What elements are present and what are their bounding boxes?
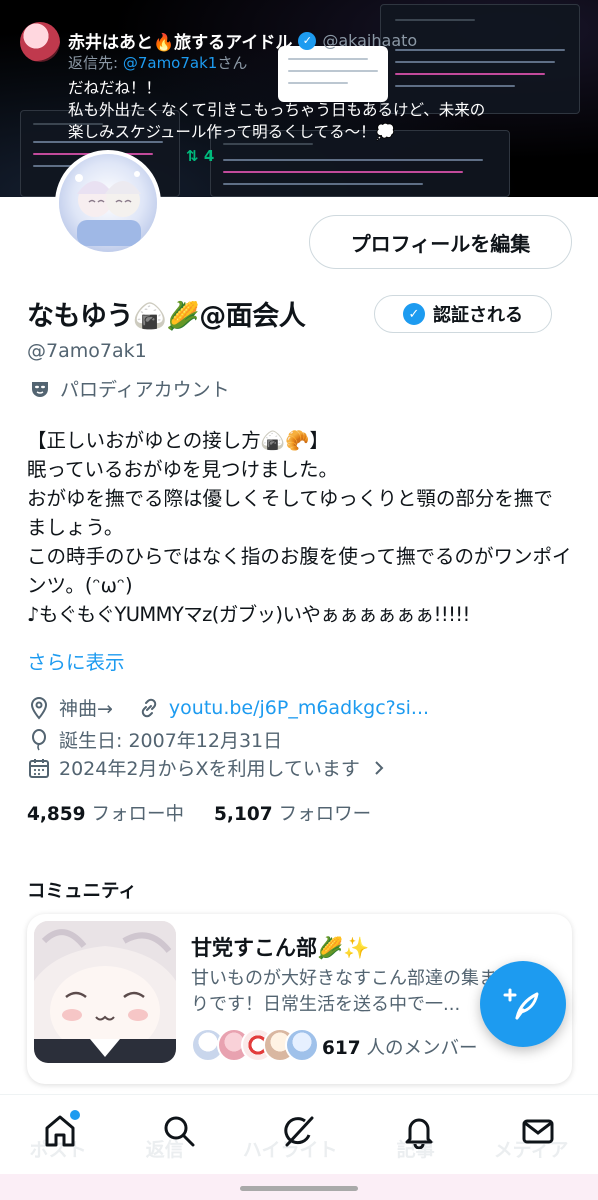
member-count: 617 人のメンバー (322, 1034, 478, 1060)
display-name: なもゆう🍙🌽@面会人 (27, 301, 306, 332)
edit-profile-button[interactable]: プロフィールを編集 (309, 215, 572, 269)
profile-bio: 【正しいおがゆとの接し方🍙🥐】 眠っているおがゆを見つけました。 おがゆを撫でる… (27, 426, 572, 629)
reply-prefix: 返信先: (68, 54, 123, 72)
profile-meta-location-row: 神曲→ youtu.be/j6P_m6adkgc?si... (27, 694, 429, 721)
search-icon (164, 1116, 195, 1146)
following-label: フォロー中 (91, 804, 185, 825)
grok-icon (284, 1116, 314, 1146)
community-heading: コミュニティ (27, 881, 137, 902)
followers-label: フォロワー (278, 804, 372, 825)
member-avatars (191, 1028, 319, 1062)
member-count-value: 617 (322, 1038, 361, 1059)
community-thumbnail (34, 921, 176, 1063)
banner-tweet-text: だねだね！！ 私も外出たくなくて引きこもっちゃう日もあるけど、未来の楽しみスケジ… (68, 77, 488, 143)
display-name-row: なもゆう🍙🌽@面会人 (27, 294, 306, 333)
nav-notifications[interactable] (389, 1101, 449, 1161)
community-name: 甘党すこん部🌽✨ (191, 936, 370, 960)
profile-location: 神曲→ (59, 698, 113, 720)
banner-tweet-header: 赤井はあと🔥旅するアイドル ✓ @akaihaato (68, 28, 417, 53)
notifications-icon (405, 1118, 433, 1149)
follow-stats: 4,859 フォロー中 5,107 フォロワー (27, 800, 371, 826)
get-verified-button[interactable]: ✓ 認証される (374, 295, 552, 333)
compose-post-button[interactable] (480, 961, 566, 1047)
show-more-link[interactable]: さらに表示 (27, 646, 125, 675)
nav-home[interactable] (30, 1101, 90, 1161)
bio-line: この時手のひらではなく指のお腹を使って撫でるのがワンポインツ。(ᵔωᵔ) (27, 545, 572, 597)
community-description: 甘いものが大好きなすこん部達の集まりです！日常生活を送る中で一... (191, 968, 497, 1015)
banner-tweet-avatar (20, 22, 60, 62)
followers-count: 5,107 (214, 804, 273, 825)
chevron-right-icon (375, 760, 384, 775)
parody-text: パロディアカウント (60, 379, 230, 401)
profile-website-link[interactable]: youtu.be/j6P_m6adkgc?si... (169, 697, 429, 719)
nav-search[interactable] (149, 1101, 209, 1161)
profile-birthday: 誕生日: 2007年12月31日 (59, 730, 283, 752)
nav-messages[interactable] (508, 1101, 568, 1161)
notification-dot (69, 1109, 80, 1120)
bottom-navigation (0, 1094, 598, 1174)
bio-line: 【正しいおがゆとの接し方🍙🥐】 (27, 429, 329, 452)
banner-tweet-line: 私も外出たくなくて引きこもっちゃう日もあるけど、未来の楽しみスケジュール作って明… (68, 101, 486, 141)
avatar-illustration (59, 154, 157, 252)
member-avatar (285, 1028, 319, 1062)
profile-meta-birthday-row: 誕生日: 2007年12月31日 (27, 726, 282, 753)
profile-meta-joined-row[interactable]: 2024年2月からXを利用しています (27, 754, 386, 781)
link-icon (141, 698, 157, 717)
retweet-count-value: 4 (203, 147, 215, 165)
balloon-icon (32, 728, 46, 750)
profile-joined: 2024年2月からXを利用しています (59, 758, 360, 780)
retweet-icon: ⇅ (186, 147, 199, 165)
banner-tweet-handle: @akaihaato (322, 31, 418, 50)
reply-suffix: さん (217, 54, 248, 72)
parody-label: パロディアカウント (29, 375, 230, 402)
profile-avatar[interactable] (55, 150, 161, 256)
verified-icon: ✓ (298, 31, 317, 50)
nav-grok[interactable] (269, 1101, 329, 1161)
banner-reply-to: 返信先: @7amo7ak1さん (68, 52, 247, 73)
followers-link[interactable]: 5,107 フォロワー (214, 800, 371, 826)
location-pin-icon (30, 696, 48, 720)
messages-icon (522, 1119, 554, 1143)
profile-handle: @7amo7ak1 (27, 340, 147, 362)
community-thumbnail-illustration (34, 921, 176, 1063)
following-link[interactable]: 4,859 フォロー中 (27, 800, 184, 826)
calendar-icon (29, 758, 49, 778)
verified-badge-icon: ✓ (403, 303, 425, 325)
gesture-handle[interactable] (240, 1186, 358, 1191)
bio-line: ♪もぐもぐYUMMYマz(ガブッ)いやぁぁぁぁぁぁ!!!!! (27, 603, 470, 626)
banner-tweet-name: 赤井はあと🔥旅するアイドル (68, 33, 293, 53)
bio-line: おがゆを撫でる際は優しくそしてゆっくりと顎の部分を撫でましょう。 (27, 487, 553, 539)
following-count: 4,859 (27, 804, 86, 825)
mask-icon (32, 381, 48, 397)
banner-retweet-count: ⇅ 4 (186, 147, 214, 165)
member-count-suffix: 人のメンバー (360, 1038, 478, 1059)
get-verified-label: 認証される (433, 305, 523, 326)
banner-tweet-line: だねだね！！ (68, 79, 162, 97)
bio-line: 眠っているおがゆを見つけました。 (27, 458, 339, 481)
reply-mention: @7amo7ak1 (122, 54, 218, 72)
compose-feather-icon (503, 988, 539, 1020)
